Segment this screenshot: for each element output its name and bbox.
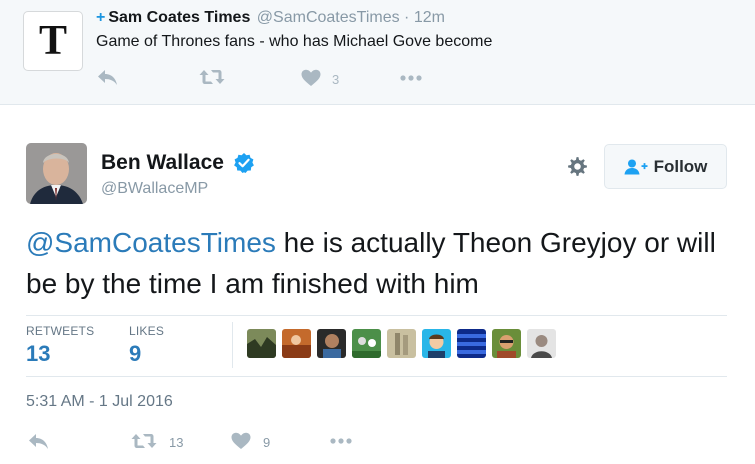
more-icon: [400, 75, 422, 81]
verified-icon: [234, 153, 254, 173]
retweet-icon: [131, 434, 157, 448]
mention-link[interactable]: @SamCoatesTimes: [26, 227, 276, 258]
times-logo-letter: T: [38, 18, 67, 64]
liker-avatar[interactable]: [527, 329, 556, 358]
parent-avatar[interactable]: T: [23, 11, 83, 71]
liker-avatar[interactable]: [317, 329, 346, 358]
parent-tweet-header: + Sam Coates Times @SamCoatesTimes · 12m: [96, 9, 445, 27]
retweet-count: 13: [169, 434, 184, 450]
parent-tweet-text: Game of Thrones fans - who has Michael G…: [96, 33, 493, 50]
liker-avatar[interactable]: [247, 329, 276, 358]
follow-button[interactable]: Follow: [604, 144, 727, 189]
reply-icon: [98, 70, 117, 85]
reply-icon: [29, 434, 48, 449]
stats-vertical-divider: [232, 322, 233, 368]
liker-avatar[interactable]: [387, 329, 416, 358]
parent-separator: ·: [404, 9, 410, 26]
follow-person-icon: [624, 159, 648, 174]
stats-divider-bottom: [26, 376, 727, 377]
author-name[interactable]: Ben Wallace: [101, 151, 224, 175]
liker-avatar[interactable]: [422, 329, 451, 358]
parent-timestamp[interactable]: 12m: [414, 9, 445, 26]
liker-avatar[interactable]: [352, 329, 381, 358]
parent-author-handle[interactable]: @SamCoatesTimes: [257, 9, 400, 26]
reply-button[interactable]: [28, 432, 50, 450]
tweet-text: @SamCoatesTimes he is actually Theon Gre…: [26, 222, 726, 304]
likes-count[interactable]: 9: [129, 341, 141, 367]
more-button[interactable]: [330, 438, 352, 444]
liker-avatar[interactable]: [457, 329, 486, 358]
user-actions-button[interactable]: [566, 155, 589, 183]
retweets-count[interactable]: 13: [26, 341, 50, 367]
author-avatar[interactable]: [26, 143, 87, 204]
like-button[interactable]: 9: [231, 432, 270, 450]
tweet-action-bar: 13 9: [0, 428, 755, 458]
parent-reply-button[interactable]: [97, 68, 119, 86]
retweet-button[interactable]: 13: [131, 432, 183, 450]
heart-icon: [231, 432, 251, 449]
parent-retweet-button[interactable]: [199, 68, 225, 86]
likes-label: LIKES: [129, 324, 165, 338]
heart-icon: [301, 69, 321, 86]
stats-divider-top: [26, 315, 727, 316]
liker-avatar[interactable]: [282, 329, 311, 358]
retweet-icon: [199, 70, 225, 84]
like-count: 9: [263, 434, 271, 450]
liker-avatars: [247, 329, 562, 358]
parent-action-bar: 3: [0, 66, 755, 92]
retweets-label: RETWEETS: [26, 324, 95, 338]
verified-badge: [233, 152, 255, 179]
parent-more-button[interactable]: [400, 75, 422, 81]
author-handle[interactable]: @BWallaceMP: [101, 180, 208, 198]
parent-tweet[interactable]: T + Sam Coates Times @SamCoatesTimes · 12…: [0, 0, 755, 105]
parent-like-count: 3: [332, 72, 340, 87]
gear-icon: [568, 157, 587, 176]
more-icon: [330, 438, 352, 444]
follow-label: Follow: [653, 156, 708, 176]
parent-author-name[interactable]: Sam Coates Times: [108, 9, 250, 26]
tweet-timestamp[interactable]: 5:31 AM - 1 Jul 2016: [26, 393, 173, 411]
follow-plus[interactable]: +: [96, 9, 105, 26]
author-avatar-image: [26, 143, 87, 204]
liker-avatar[interactable]: [492, 329, 521, 358]
parent-like-button[interactable]: 3: [301, 68, 339, 87]
